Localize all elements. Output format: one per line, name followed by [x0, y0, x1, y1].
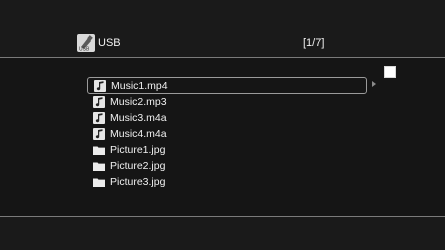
svg-text:USB: USB — [79, 47, 90, 53]
footer-bar — [0, 217, 445, 250]
folder-icon — [93, 178, 105, 187]
header-bar: USB USB [1/7] — [0, 0, 445, 57]
folder-icon — [93, 146, 105, 155]
file-name: Music3.m4a — [110, 112, 167, 124]
music-note-icon — [93, 112, 105, 124]
usb-drive-icon: USB — [77, 34, 95, 52]
header-divider — [0, 57, 445, 58]
file-name: Picture3.jpg — [110, 176, 166, 188]
file-item-picture1[interactable]: Picture1.jpg — [87, 142, 377, 158]
music-note-icon — [93, 128, 105, 140]
file-list: Music1.mp4 Music2.mp3 Music3.m4a Music4.… — [87, 77, 377, 190]
file-item-music4[interactable]: Music4.m4a — [87, 126, 377, 142]
page-counter: [1/7] — [303, 37, 325, 49]
file-item-music2[interactable]: Music2.mp3 — [87, 94, 377, 110]
file-item-music3[interactable]: Music3.m4a — [87, 110, 377, 126]
music-note-icon — [94, 79, 106, 92]
file-name: Picture2.jpg — [110, 160, 166, 172]
file-item-picture2[interactable]: Picture2.jpg — [87, 158, 377, 174]
file-name: Music2.mp3 — [110, 96, 167, 108]
source-label: USB — [98, 37, 121, 49]
file-item-picture3[interactable]: Picture3.jpg — [87, 174, 377, 190]
folder-icon — [93, 162, 105, 171]
file-item-music1[interactable]: Music1.mp4 — [87, 77, 376, 94]
music-note-icon — [93, 96, 105, 108]
file-name: Picture1.jpg — [110, 144, 166, 156]
selection-arrow-icon — [372, 81, 376, 87]
media-browser-screen: USB USB [1/7] Music1.mp4 Music2.mp3 Musi… — [0, 0, 445, 250]
file-name: Music4.m4a — [110, 128, 167, 140]
select-checkbox[interactable] — [384, 66, 396, 78]
file-name: Music1.mp4 — [111, 79, 168, 92]
